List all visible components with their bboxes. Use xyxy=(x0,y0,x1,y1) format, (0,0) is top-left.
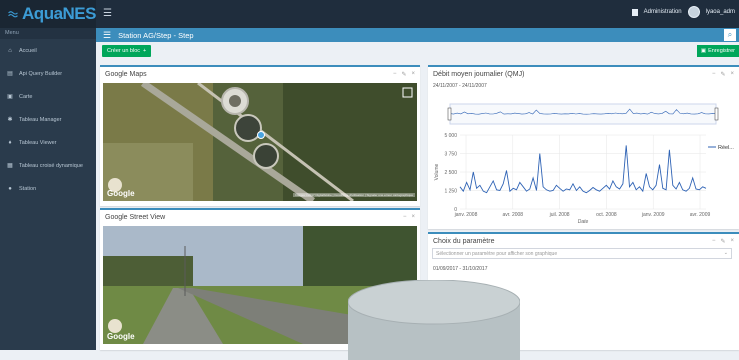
username[interactable]: lyaoa_adm xyxy=(706,9,735,15)
sidebar-item-label: Tableau Manager xyxy=(19,116,62,123)
navigator-right-handle xyxy=(714,107,719,121)
sidebar-item-api-query-builder[interactable]: ▤ Api Query Builder xyxy=(0,62,96,85)
cylinder-overlay-icon xyxy=(348,280,520,360)
chevron-down-icon: ⌄ xyxy=(723,250,728,256)
sidebar-item-label: Accueil xyxy=(19,47,37,54)
satellite-map[interactable]: Google Images ©2017 DigitalGlobe | Condi… xyxy=(103,83,417,201)
page-title: Station AG/Step - Step xyxy=(118,30,194,40)
admin-link[interactable]: Administration xyxy=(644,9,682,15)
map-icon: ▣ xyxy=(7,94,13,100)
save-label: Enregistrer xyxy=(708,48,735,54)
menu-icon[interactable]: ☰ xyxy=(103,30,111,41)
panel-title: Choix du paramètre xyxy=(433,238,495,245)
y-tick-label: 2 500 xyxy=(444,170,457,176)
pivot-icon: ▦ xyxy=(7,163,13,169)
sidebar-toggle-icon[interactable]: ☰ xyxy=(103,8,112,19)
minimize-icon[interactable]: − xyxy=(712,71,716,78)
google-logo: Google xyxy=(107,189,135,198)
series-line xyxy=(459,145,707,194)
create-block-label: Créer un bloc xyxy=(107,48,141,54)
minimize-icon[interactable]: − xyxy=(712,238,716,245)
sidebar-item-carte[interactable]: ▣ Carte xyxy=(0,85,96,108)
sidebar-item-tableau-croise[interactable]: ▦ Tableau croisé dynamique xyxy=(0,154,96,177)
user-area: Administration lyaoa_adm xyxy=(631,6,735,18)
close-icon[interactable]: × xyxy=(730,238,734,245)
close-icon[interactable]: × xyxy=(730,71,734,78)
sidebar-item-label: Station xyxy=(19,185,37,192)
legend-label: Réel... xyxy=(718,145,734,151)
param-select[interactable]: Sélectionner un paramètre pour afficher … xyxy=(432,248,732,259)
google-logo: Google xyxy=(107,332,135,341)
sidebar-item-accueil[interactable]: ⌂ Accueil xyxy=(0,39,96,62)
viewer-icon: ♦ xyxy=(8,139,12,146)
sidebar-item-station[interactable]: ● Station xyxy=(0,177,96,200)
logo-text: AquaNES xyxy=(22,4,96,23)
close-icon[interactable]: × xyxy=(411,214,415,220)
x-tick-label: juil. 2008 xyxy=(549,212,570,218)
create-block-button[interactable]: Créer un bloc + xyxy=(102,45,152,57)
plus-icon: + xyxy=(143,48,147,54)
panel-tools: − ✎ × xyxy=(712,71,734,78)
flag-icon[interactable] xyxy=(631,8,638,16)
sidebar-item-label: Carte xyxy=(19,93,33,100)
x-tick-label: janv. 2008 xyxy=(454,212,478,218)
param-date: 01/09/2017 - 31/10/2017 xyxy=(433,266,488,272)
minimize-icon[interactable]: − xyxy=(403,214,407,220)
date-range: 24/11/2007 - 24/11/2007 xyxy=(433,83,487,89)
edit-icon[interactable]: ✎ xyxy=(720,71,725,78)
sidebar-item-tableau-viewer[interactable]: ♦ Tableau Viewer xyxy=(0,131,96,154)
x-tick-label: avr. 2008 xyxy=(503,212,524,218)
y-axis-label: Volume xyxy=(434,163,440,180)
wave-logo-icon xyxy=(8,11,18,18)
panel-title: Débit moyen journalier (QMJ) xyxy=(433,71,525,78)
query-icon: ▤ xyxy=(7,71,13,77)
chart-panel: Débit moyen journalier (QMJ) − ✎ × 24/11… xyxy=(428,65,739,229)
panel-title: Google Maps xyxy=(105,71,147,78)
app-logo[interactable]: AquaNES xyxy=(0,0,96,28)
home-icon: ⌂ xyxy=(8,47,12,54)
map-imagery xyxy=(103,83,417,201)
panel-tools: − × xyxy=(403,214,415,220)
content-header: ☰ Station AG/Step - Step ⌕ xyxy=(96,28,739,42)
panel-tools: − ✎ × xyxy=(712,238,734,245)
save-icon: ▣ xyxy=(700,48,707,54)
line-chart[interactable]: 01 2502 5003 7505 000janv. 2008 avr. 2008… xyxy=(428,93,739,233)
navigator-left-handle xyxy=(447,107,452,121)
toolbar: Créer un bloc + ▣ Enregistrer xyxy=(96,42,739,62)
map-attribution[interactable]: Images ©2017 DigitalGlobe | Conditions d… xyxy=(293,193,415,197)
x-tick-label: janv. 2009 xyxy=(641,212,665,218)
avatar[interactable] xyxy=(687,6,700,18)
station-icon: ● xyxy=(8,185,12,192)
panel-title: Google Street View xyxy=(105,214,166,221)
sidebar-item-label: Tableau Viewer xyxy=(19,139,57,146)
minimize-icon[interactable]: − xyxy=(393,71,397,78)
sidebar-item-label: Tableau croisé dynamique xyxy=(19,162,83,169)
close-icon[interactable]: × xyxy=(411,71,415,78)
panel-tools: − ✎ × xyxy=(393,71,415,78)
x-tick-label: oct. 2008 xyxy=(596,212,617,218)
sidebar: Menu ⌂ Accueil ▤ Api Query Builder ▣ Car… xyxy=(0,28,96,350)
top-navbar: AquaNES ☰ Administration lyaoa_adm xyxy=(0,0,739,28)
save-button[interactable]: ▣ Enregistrer xyxy=(696,45,739,57)
x-tick-label: avr. 2009 xyxy=(690,212,711,218)
search-icon[interactable]: ⌕ xyxy=(724,29,736,41)
edit-icon[interactable]: ✎ xyxy=(720,238,725,245)
x-axis-label: Date xyxy=(578,219,589,225)
param-placeholder: Sélectionner un paramètre pour afficher … xyxy=(436,251,558,257)
y-tick-label: 5 000 xyxy=(444,133,457,139)
manager-icon: ✱ xyxy=(7,117,13,123)
sidebar-item-tableau-manager[interactable]: ✱ Tableau Manager xyxy=(0,108,96,131)
sidebar-item-label: Api Query Builder xyxy=(19,70,63,77)
y-tick-label: 1 250 xyxy=(444,189,457,195)
y-tick-label: 3 750 xyxy=(444,152,457,158)
edit-icon[interactable]: ✎ xyxy=(401,71,406,78)
sidebar-header: Menu xyxy=(0,28,96,39)
